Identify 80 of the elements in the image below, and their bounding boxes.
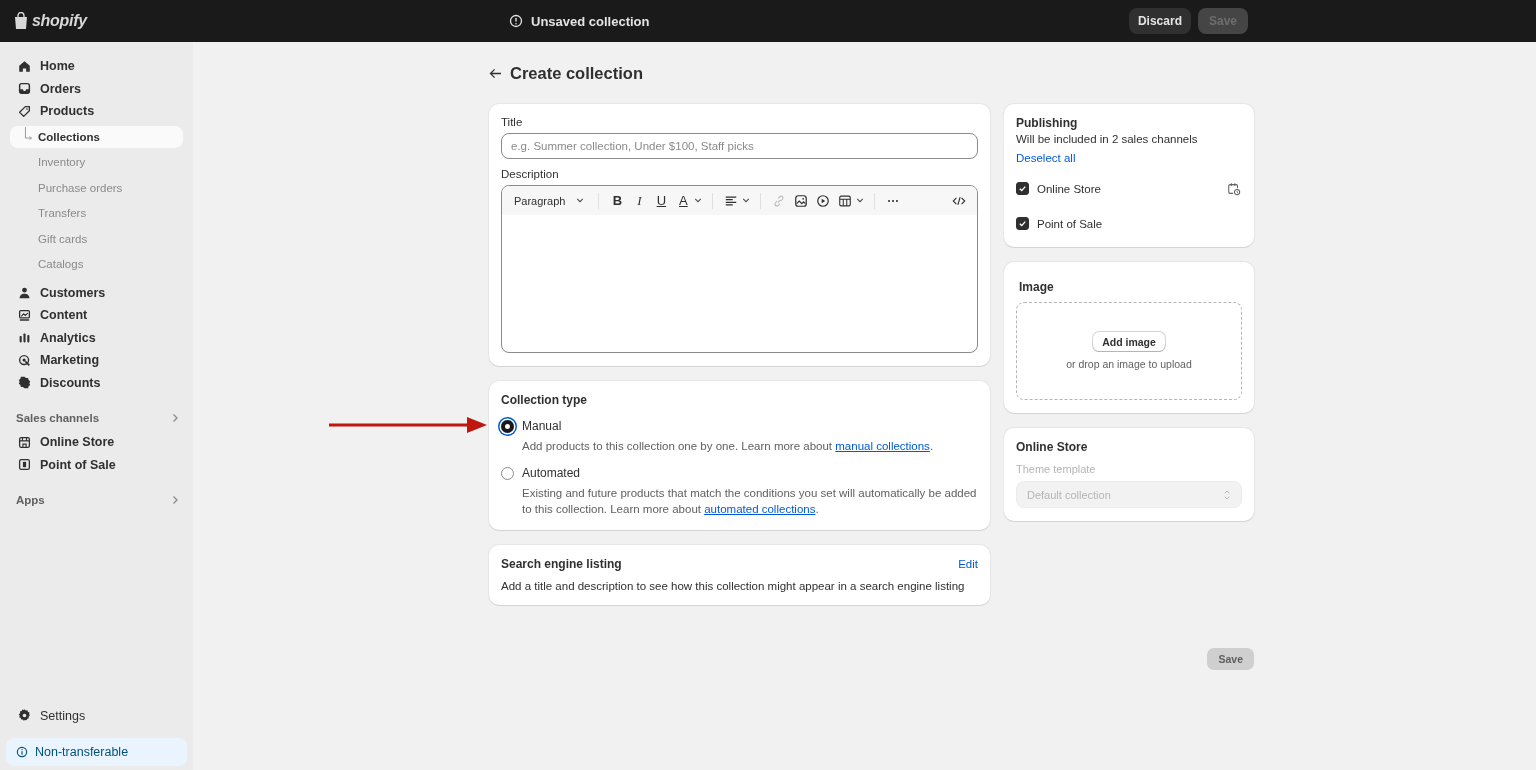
inbox-icon <box>18 82 31 96</box>
nav-item[interactable]: Orders <box>10 77 183 100</box>
radio-label: Automated <box>522 466 581 480</box>
table-icon[interactable] <box>838 193 853 208</box>
option-description: Add products to this collection one by one. Learn more about manual collections. <box>522 439 935 454</box>
settings-link[interactable]: Settings <box>10 704 183 727</box>
tag-icon <box>18 104 31 118</box>
dropzone-hint: or drop an image to upload <box>1066 358 1192 370</box>
pos-device-icon <box>18 458 31 472</box>
chevron-down-icon <box>856 198 865 203</box>
card-title: Collection type <box>501 393 588 407</box>
channel-label: Point of Sale <box>1037 217 1103 230</box>
check-icon <box>1017 218 1028 229</box>
settings-icon <box>18 709 31 723</box>
play-icon[interactable] <box>816 193 831 208</box>
format-button[interactable]: I <box>631 192 648 209</box>
logo-text: shopify <box>32 12 87 30</box>
chevron-right-icon <box>171 413 179 423</box>
nav-item[interactable]: Marketing <box>10 349 183 372</box>
alert-icon <box>509 14 523 28</box>
shopping-bag-icon <box>13 12 29 30</box>
back-arrow-icon[interactable] <box>489 67 502 79</box>
image-dropzone[interactable]: Add image or drop an image to upload <box>1016 302 1242 400</box>
help-link[interactable]: manual collections <box>835 440 930 452</box>
calendar-clock-icon[interactable] <box>1227 181 1241 196</box>
chevron-right-icon <box>171 495 179 505</box>
format-button[interactable]: A <box>675 193 692 208</box>
discard-button[interactable]: Discard <box>1128 8 1191 34</box>
image-icon[interactable] <box>794 193 809 208</box>
section-header[interactable]: Sales channels <box>16 408 179 428</box>
monitor-icon <box>18 308 31 322</box>
info-icon <box>16 746 28 758</box>
field-label: Title <box>501 116 524 128</box>
card-title: Image <box>1019 280 1055 294</box>
select-arrows-icon <box>1223 488 1231 501</box>
align-icon[interactable] <box>724 193 739 208</box>
target-icon <box>18 353 31 367</box>
option-description: Existing and future products that match the conditions you set will automatically be added to this collection. Learn more about automated collections. <box>522 486 978 517</box>
nav-subitem[interactable]: Collections <box>10 125 183 148</box>
description-editor[interactable]: Paragraph B I U A <box>501 185 978 353</box>
checkbox[interactable] <box>1016 217 1029 230</box>
chevron-down-icon <box>742 198 751 203</box>
checkbox[interactable] <box>1016 182 1029 195</box>
nav-item[interactable]: Home <box>10 55 183 78</box>
field-label: Theme template <box>1016 463 1097 475</box>
check-icon <box>1017 183 1028 194</box>
channel-label: Online Store <box>1037 182 1101 195</box>
chevron-down-icon <box>694 198 703 203</box>
status-text: Unsaved collection <box>531 13 650 29</box>
seo-description: Add a title and description to see how this collection might appear in a search engine listing <box>501 580 966 592</box>
card-title: Search engine listing <box>501 557 622 571</box>
home-icon <box>18 59 31 73</box>
card-title: Publishing <box>1016 116 1079 130</box>
nav-item[interactable]: Content <box>10 304 183 327</box>
nav-item[interactable]: Discounts <box>10 371 183 394</box>
format-button[interactable]: U <box>653 193 670 208</box>
nav-item[interactable]: Analytics <box>10 326 183 349</box>
notice-banner[interactable]: Non-transferable <box>6 738 187 766</box>
storefront-icon <box>18 435 31 449</box>
paragraph-dropdown[interactable]: Paragraph <box>514 194 585 207</box>
bar-chart-icon <box>18 331 31 345</box>
nav-item[interactable]: Customers <box>10 281 183 304</box>
card-title: Online Store <box>1016 440 1089 454</box>
radio-button[interactable] <box>501 419 514 433</box>
nav-item[interactable]: Point of Sale <box>10 453 183 476</box>
nav-item[interactable]: Products <box>10 100 183 123</box>
deselect-all-link[interactable]: Deselect all <box>1016 152 1242 164</box>
format-button[interactable]: B <box>609 193 626 208</box>
chevron-down-icon <box>576 198 585 203</box>
section-header[interactable]: Apps <box>16 490 179 510</box>
edit-link[interactable]: Edit <box>958 558 978 570</box>
badge-icon <box>18 376 31 390</box>
page-title: Create collection <box>510 63 643 83</box>
title-field[interactable]: e.g. Summer collection, Under $100, Staff picks <box>501 133 978 159</box>
add-image-button[interactable]: Add image <box>1093 332 1165 351</box>
person-icon <box>18 286 31 300</box>
publishing-subtitle: Will be included in 2 sales channels <box>1016 133 1199 145</box>
field-label: Description <box>501 168 560 180</box>
radio-label: Manual <box>522 419 562 433</box>
nav-item[interactable]: Online Store <box>10 431 183 454</box>
